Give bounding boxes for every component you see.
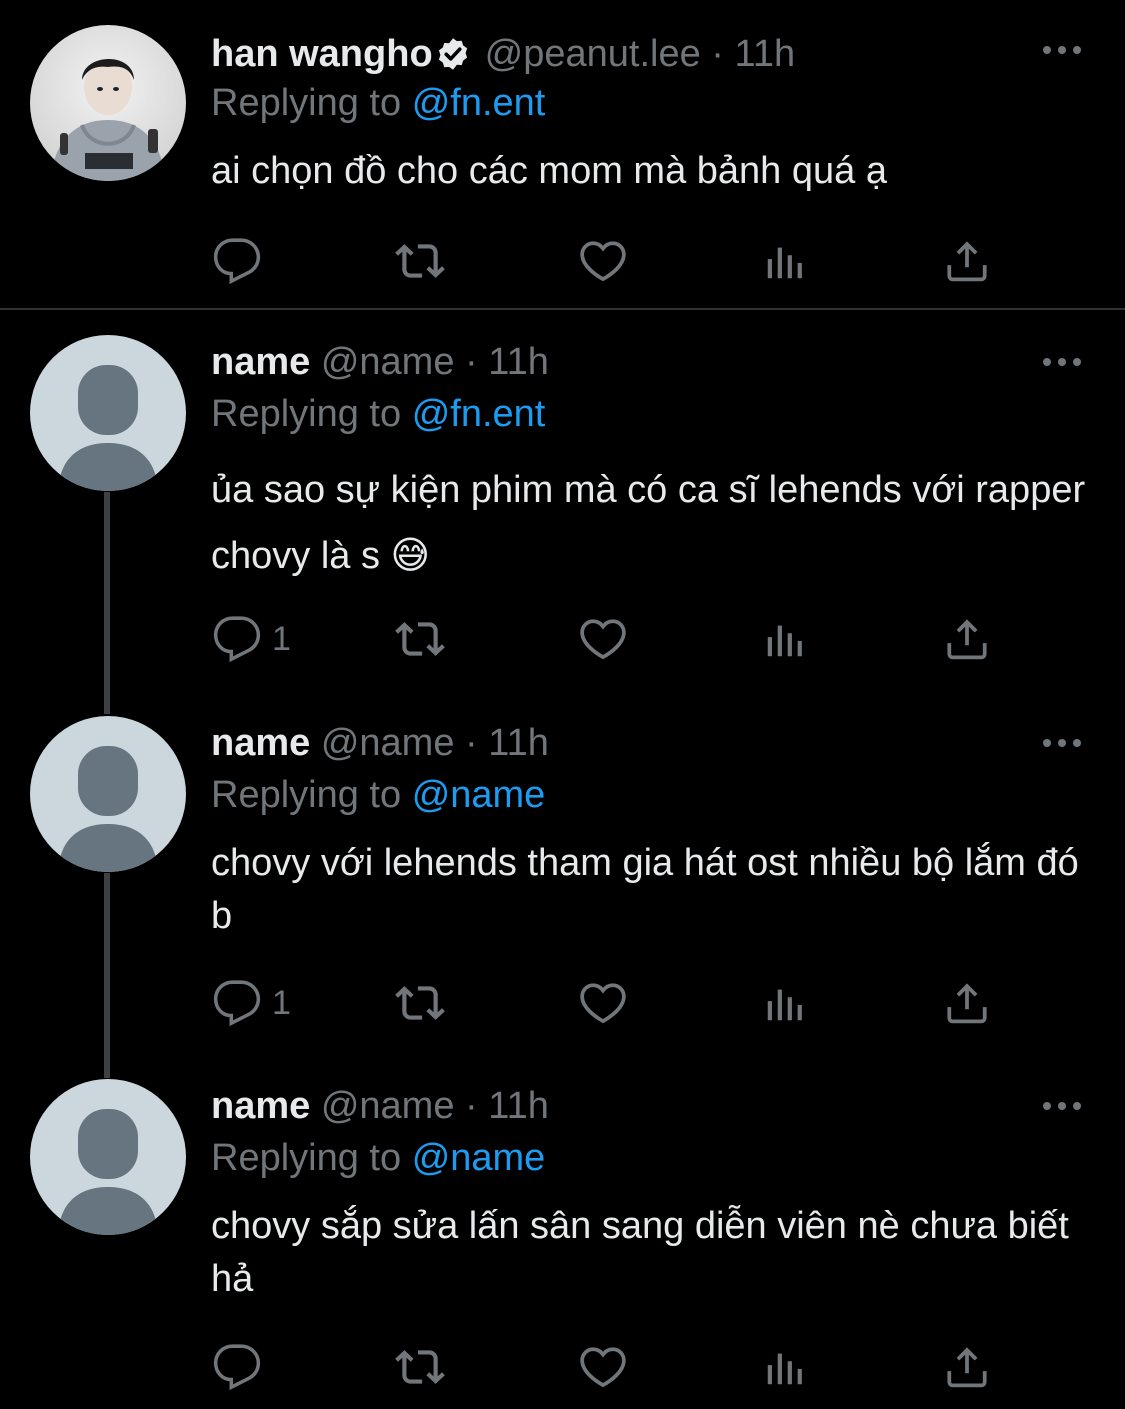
retweet-icon	[395, 622, 445, 656]
retweet-button[interactable]	[392, 614, 448, 664]
default-avatar-icon	[58, 365, 158, 491]
views-icon	[767, 989, 802, 1021]
default-avatar-icon	[58, 746, 158, 872]
mention-link[interactable]: @fn.ent	[412, 82, 546, 124]
replying-to: Replying to @name	[211, 770, 545, 820]
heart-icon	[580, 241, 626, 282]
views-button[interactable]	[762, 236, 808, 286]
retweet-icon	[395, 986, 445, 1020]
mention-link[interactable]: @fn.ent	[412, 393, 546, 435]
like-button[interactable]	[578, 236, 628, 286]
display-name[interactable]: name	[211, 341, 310, 383]
more-icon[interactable]	[1040, 733, 1084, 753]
retweet-icon	[395, 244, 445, 278]
share-button[interactable]	[942, 978, 992, 1028]
tweet-text: chovy sắp sửa lấn sân sang diễn viên nè …	[211, 1205, 1069, 1300]
user-handle[interactable]: @name	[321, 341, 455, 383]
divider	[0, 308, 1125, 310]
default-avatar-icon	[58, 1109, 158, 1235]
tweet-header: name @name · 11h	[211, 1081, 549, 1131]
like-button[interactable]	[578, 978, 628, 1028]
share-icon	[947, 1347, 987, 1388]
views-icon	[767, 625, 802, 657]
like-button[interactable]	[578, 614, 628, 664]
reply-button[interactable]: 1	[212, 614, 291, 664]
views-icon	[767, 247, 802, 279]
avatar[interactable]	[30, 25, 186, 181]
tweet-actions	[212, 236, 1002, 286]
tweet-header: name @name · 11h	[211, 337, 549, 387]
share-icon	[947, 619, 987, 660]
heart-icon	[580, 1347, 626, 1388]
tweet-text: chovy với lehends tham gia hát ost nhiều…	[211, 842, 1079, 937]
views-button[interactable]	[762, 614, 808, 664]
share-icon	[947, 241, 987, 282]
separator-dot: ·	[465, 1085, 478, 1127]
timestamp[interactable]: 11h	[488, 722, 549, 764]
replying-to-label: Replying to	[211, 774, 402, 816]
replying-to-label: Replying to	[211, 82, 402, 124]
more-icon[interactable]	[1040, 352, 1084, 372]
retweet-button[interactable]	[392, 978, 448, 1028]
share-button[interactable]	[942, 236, 992, 286]
user-handle[interactable]: @peanut.lee	[485, 33, 701, 75]
reply-count: 1	[272, 983, 291, 1022]
profile-photo	[30, 25, 186, 181]
avatar[interactable]	[30, 716, 186, 872]
tweet-header: name @name · 11h	[211, 718, 549, 768]
views-button[interactable]	[762, 978, 808, 1028]
replying-to-label: Replying to	[211, 393, 402, 435]
user-handle[interactable]: @name	[321, 1085, 455, 1127]
share-button[interactable]	[942, 614, 992, 664]
reply-icon	[213, 1344, 261, 1391]
retweet-button[interactable]	[392, 1342, 448, 1392]
retweet-icon	[395, 1350, 445, 1384]
views-button[interactable]	[762, 1342, 808, 1392]
tweet-actions: 1	[212, 978, 1002, 1028]
views-icon	[767, 1353, 802, 1385]
reply-icon	[213, 980, 261, 1027]
display-name[interactable]: name	[211, 722, 310, 764]
tweet-text: ai chọn đồ cho các mom mà bảnh quá ạ	[211, 150, 887, 192]
reply-button[interactable]: 1	[212, 978, 291, 1028]
more-icon[interactable]	[1040, 1096, 1084, 1116]
tweet-text: ủa sao sự kiện phim mà có ca sĩ lehends …	[211, 469, 1086, 577]
separator-dot: ·	[465, 341, 478, 383]
replying-to-label: Replying to	[211, 1137, 402, 1179]
reply-icon	[213, 616, 261, 663]
reply-count: 1	[272, 619, 291, 658]
tweet-actions	[212, 1342, 1002, 1392]
display-name[interactable]: han wangho	[211, 33, 433, 75]
separator-dot: ·	[465, 722, 478, 764]
timestamp[interactable]: 11h	[488, 341, 549, 383]
user-handle[interactable]: @name	[321, 722, 455, 764]
mention-link[interactable]: @name	[412, 774, 546, 816]
share-button[interactable]	[942, 1342, 992, 1392]
heart-icon	[580, 983, 626, 1024]
mention-link[interactable]: @name	[412, 1137, 546, 1179]
replying-to: Replying to @fn.ent	[211, 78, 545, 128]
timestamp[interactable]: 11h	[488, 1085, 549, 1127]
avatar[interactable]	[30, 335, 186, 491]
reply-button[interactable]	[212, 236, 272, 286]
timestamp[interactable]: 11h	[735, 33, 796, 75]
thread-line	[104, 492, 110, 714]
like-button[interactable]	[578, 1342, 628, 1392]
tweet-header: han wangho @peanut.lee · 11h	[211, 29, 795, 79]
tweet-actions: 1	[212, 614, 1002, 664]
separator-dot: ·	[711, 33, 724, 75]
replying-to: Replying to @name	[211, 1133, 545, 1183]
display-name[interactable]: name	[211, 1085, 310, 1127]
thread-line	[104, 873, 110, 1078]
reply-icon	[213, 238, 261, 285]
heart-icon	[580, 619, 626, 660]
share-icon	[947, 983, 987, 1024]
retweet-button[interactable]	[392, 236, 448, 286]
more-icon[interactable]	[1040, 40, 1084, 60]
replying-to: Replying to @fn.ent	[211, 389, 545, 439]
reply-button[interactable]	[212, 1342, 272, 1392]
avatar[interactable]	[30, 1079, 186, 1235]
